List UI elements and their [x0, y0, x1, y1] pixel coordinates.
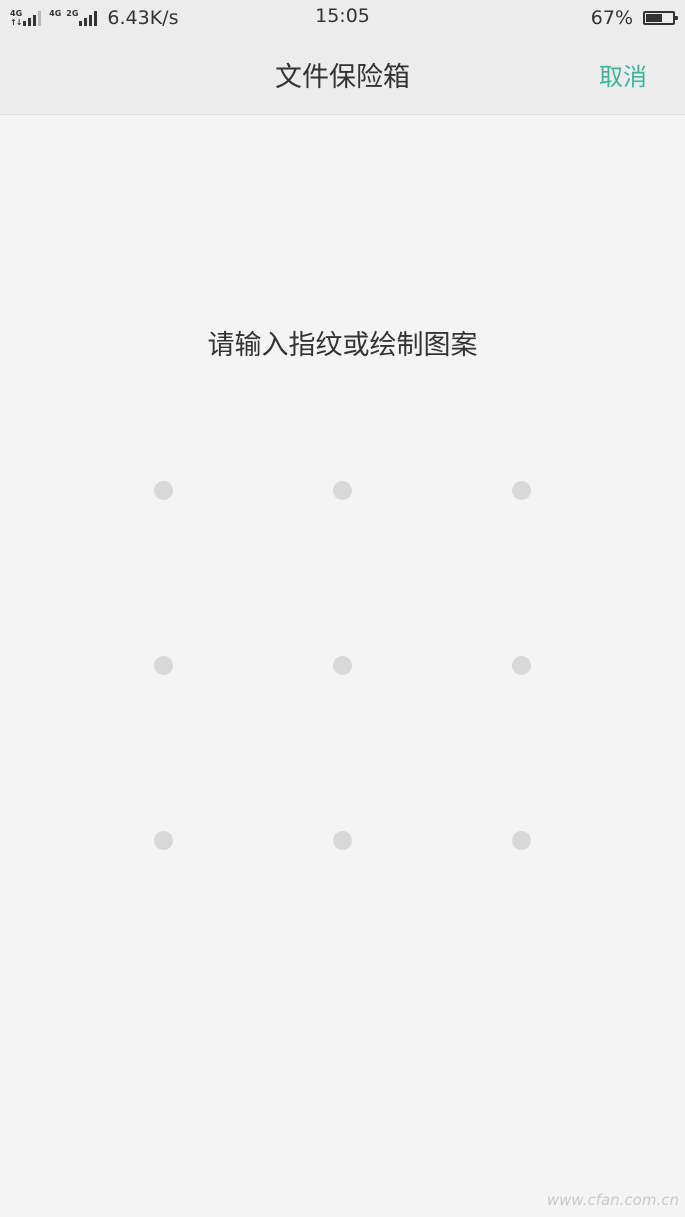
battery-percent: 67%	[590, 7, 633, 29]
battery-fill	[646, 14, 662, 22]
pattern-dot[interactable]	[511, 480, 531, 500]
cancel-button[interactable]: 取消	[599, 57, 647, 92]
pattern-dot[interactable]	[153, 480, 173, 500]
status-bar: 4G ↑↓ 4G 2G 6.43K/s 15:05 67%	[0, 0, 685, 38]
page-title: 文件保险箱	[275, 62, 410, 93]
watermark: www.cfan.com.cn	[546, 1191, 679, 1209]
battery-icon	[643, 11, 678, 25]
pattern-dot[interactable]	[153, 830, 173, 850]
pattern-dot[interactable]	[332, 830, 352, 850]
pattern-dot[interactable]	[511, 830, 531, 850]
top-bar: 4G ↑↓ 4G 2G 6.43K/s 15:05 67% 文件保险箱 取消	[0, 0, 685, 115]
unlock-prompt: 请输入指纹或绘制图案	[207, 330, 478, 361]
pattern-dot[interactable]	[153, 655, 173, 675]
status-right: 67%	[590, 5, 678, 31]
status-time: 15:05	[315, 5, 370, 27]
pattern-dot[interactable]	[511, 655, 531, 675]
pattern-dot[interactable]	[332, 480, 352, 500]
pattern-dot[interactable]	[332, 655, 352, 675]
